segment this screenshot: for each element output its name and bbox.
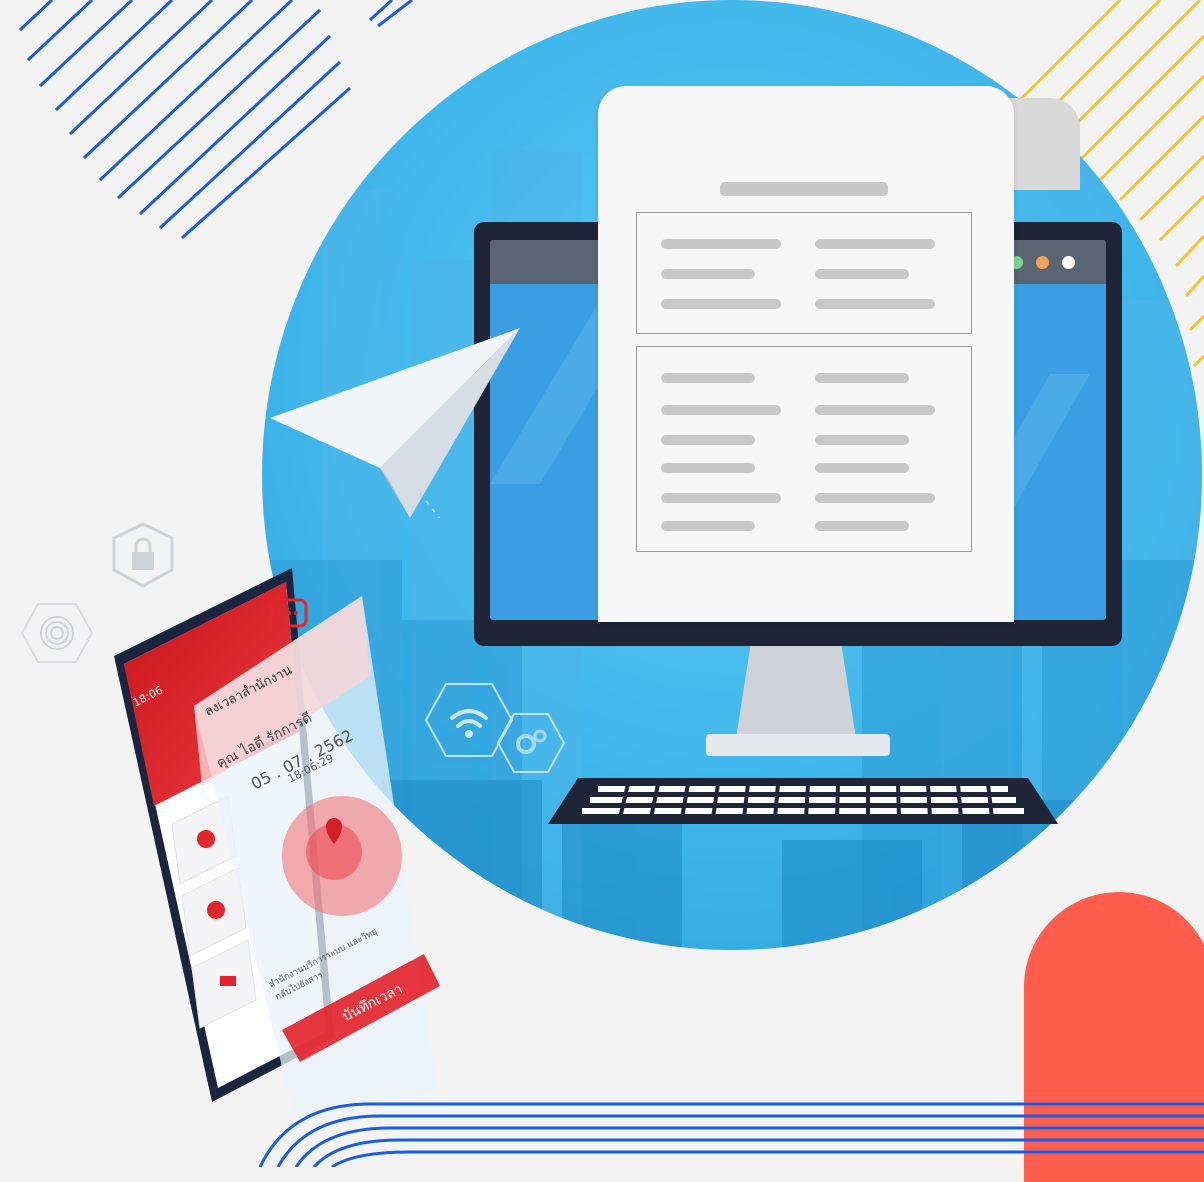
document-sheet [598,86,1014,622]
doc-title-bar [720,182,888,196]
white-dot [1062,256,1075,269]
keyboard [548,778,1058,824]
monitor-base [706,734,890,756]
doc-section-bottom [636,346,972,552]
doc-section-top [636,212,972,334]
gear-icon [496,713,566,773]
monitor-stand [736,646,856,738]
fingerprint-icon [20,603,94,663]
bottom-blue-lines [258,1102,1204,1167]
paper-plane-icon [270,328,520,518]
phone-mockup [114,568,440,1116]
orange-dot [1036,256,1049,269]
